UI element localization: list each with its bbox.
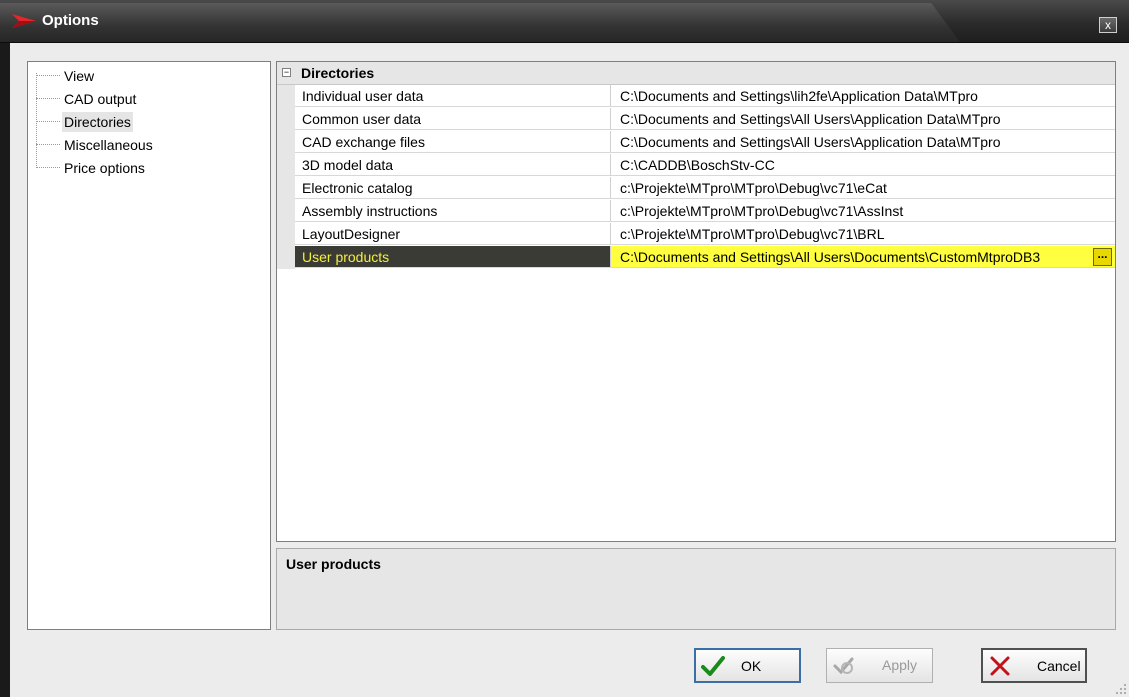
property-value-editor[interactable]: C:\Documents and Settings\All Users\Docu… xyxy=(611,246,1115,268)
row-gutter xyxy=(277,154,295,177)
tree-item-cad-output[interactable]: CAD output xyxy=(28,89,268,109)
browse-button[interactable]: ... xyxy=(1093,248,1112,266)
tree-connector xyxy=(36,75,60,76)
checkmark-icon xyxy=(701,656,725,676)
property-row[interactable]: Electronic catalog c:\Projekte\MTpro\MTp… xyxy=(277,177,1115,200)
tree-connector xyxy=(36,98,60,99)
property-value[interactable]: C:\Documents and Settings\All Users\Appl… xyxy=(611,131,1115,153)
description-panel: User products xyxy=(276,548,1116,630)
property-row[interactable]: Common user data C:\Documents and Settin… xyxy=(277,108,1115,131)
cancel-label: Cancel xyxy=(1037,658,1081,674)
property-row[interactable]: CAD exchange files C:\Documents and Sett… xyxy=(277,131,1115,154)
property-name[interactable]: LayoutDesigner xyxy=(295,223,611,245)
tree-connector xyxy=(36,144,60,145)
tree-item-price-options[interactable]: Price options xyxy=(28,158,268,178)
property-row[interactable]: LayoutDesigner c:\Projekte\MTpro\MTpro\D… xyxy=(277,223,1115,246)
tree-connector xyxy=(36,167,60,168)
property-row[interactable]: 3D model data C:\CADDB\BoschStv-CC xyxy=(277,154,1115,177)
row-gutter xyxy=(277,108,295,131)
property-value[interactable]: c:\Projekte\MTpro\MTpro\Debug\vc71\BRL xyxy=(611,223,1115,245)
property-row-selected[interactable]: User products C:\Documents and Settings\… xyxy=(277,246,1115,269)
app-logo-icon xyxy=(12,14,36,28)
category-directories[interactable]: − Directories xyxy=(277,62,1115,85)
property-name[interactable]: CAD exchange files xyxy=(295,131,611,153)
tree-item-directories[interactable]: Directories xyxy=(28,112,268,132)
row-gutter xyxy=(277,223,295,246)
property-value[interactable]: C:\Documents and Settings\All Users\Appl… xyxy=(611,108,1115,130)
property-name[interactable]: Assembly instructions xyxy=(295,200,611,222)
ok-label: OK xyxy=(741,658,762,674)
property-row[interactable]: Individual user data C:\Documents and Se… xyxy=(277,85,1115,108)
property-value[interactable]: c:\Projekte\MTpro\MTpro\Debug\vc71\AssIn… xyxy=(611,200,1115,222)
apply-label: Apply xyxy=(882,657,918,673)
tree-item-view[interactable]: View xyxy=(28,66,268,86)
apply-icon xyxy=(833,657,854,675)
resize-grip-icon[interactable] xyxy=(1115,683,1127,695)
tree-item-label: Price options xyxy=(64,160,145,176)
cancel-button[interactable]: Cancel xyxy=(981,648,1087,683)
collapse-icon[interactable]: − xyxy=(282,68,291,77)
tree-item-label: Miscellaneous xyxy=(64,137,153,153)
apply-button[interactable]: Apply xyxy=(826,648,933,683)
property-value[interactable]: C:\Documents and Settings\lih2fe\Applica… xyxy=(611,85,1115,107)
title-bar: Options x xyxy=(0,0,1129,43)
category-label: Directories xyxy=(301,65,375,81)
title-tab xyxy=(0,3,960,42)
property-value[interactable]: c:\Projekte\MTpro\MTpro\Debug\vc71\eCat xyxy=(611,177,1115,199)
property-value[interactable]: C:\CADDB\BoschStv-CC xyxy=(611,154,1115,176)
tree-connector xyxy=(36,121,60,122)
property-name[interactable]: User products xyxy=(295,246,611,268)
property-row[interactable]: Assembly instructions c:\Projekte\MTpro\… xyxy=(277,200,1115,223)
tree-item-label: CAD output xyxy=(64,91,137,107)
window-frame xyxy=(0,43,10,697)
row-gutter xyxy=(277,177,295,200)
property-name[interactable]: Individual user data xyxy=(295,85,611,107)
ok-button[interactable]: OK xyxy=(694,648,801,683)
property-name[interactable]: Electronic catalog xyxy=(295,177,611,199)
close-button[interactable]: x xyxy=(1099,17,1117,33)
x-icon xyxy=(990,656,1010,676)
row-gutter xyxy=(277,131,295,154)
tree-item-label: Directories xyxy=(62,112,133,132)
options-tree[interactable]: View CAD output Directories Miscellaneou… xyxy=(27,61,271,630)
row-gutter xyxy=(277,85,295,108)
property-name[interactable]: Common user data xyxy=(295,108,611,130)
window-title: Options xyxy=(42,12,99,29)
description-title: User products xyxy=(286,556,381,572)
property-name[interactable]: 3D model data xyxy=(295,154,611,176)
row-gutter xyxy=(277,200,295,223)
tree-item-label: View xyxy=(64,68,95,84)
row-gutter xyxy=(277,246,295,269)
property-grid[interactable]: − Directories Individual user data C:\Do… xyxy=(276,61,1116,542)
tree-item-miscellaneous[interactable]: Miscellaneous xyxy=(28,135,268,155)
